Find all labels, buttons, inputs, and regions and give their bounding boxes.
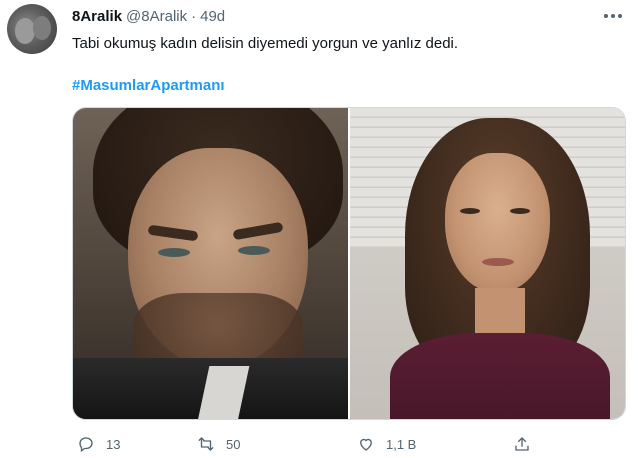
hashtag-link[interactable]: #MasumlarApartmanı xyxy=(72,76,225,96)
reply-icon xyxy=(76,434,96,454)
share-icon xyxy=(512,434,532,454)
like-button[interactable]: 1,1 B xyxy=(356,432,416,456)
action-bar: 13 50 1,1 B xyxy=(72,432,552,456)
media-photo-man[interactable] xyxy=(73,108,348,419)
separator-dot: · xyxy=(191,7,197,25)
more-icon[interactable] xyxy=(600,6,626,26)
retweet-count: 50 xyxy=(226,436,241,452)
reply-count: 13 xyxy=(106,436,121,452)
avatar[interactable] xyxy=(7,4,57,54)
reply-button[interactable]: 13 xyxy=(76,432,120,456)
share-button[interactable] xyxy=(512,432,542,456)
tweet-card[interactable]: 8Aralik @8Aralik · 49d Tabi okumuş kadın… xyxy=(0,0,638,458)
like-icon xyxy=(356,434,376,454)
timestamp[interactable]: 49d xyxy=(200,8,225,25)
avatar-image-part xyxy=(15,18,35,44)
display-name[interactable]: 8Aralik xyxy=(72,8,122,25)
tweet-media[interactable] xyxy=(72,107,626,420)
tweet-header: 8Aralik @8Aralik · 49d xyxy=(72,6,225,26)
media-photo-woman[interactable] xyxy=(350,108,625,419)
like-count: 1,1 B xyxy=(386,436,417,452)
avatar-image-part xyxy=(33,16,51,40)
tweet-text: Tabi okumuş kadın delisin diyemedi yorgu… xyxy=(72,35,459,52)
user-handle[interactable]: @8Aralik xyxy=(126,8,187,25)
retweet-button[interactable]: 50 xyxy=(196,432,240,456)
retweet-icon xyxy=(196,434,216,454)
